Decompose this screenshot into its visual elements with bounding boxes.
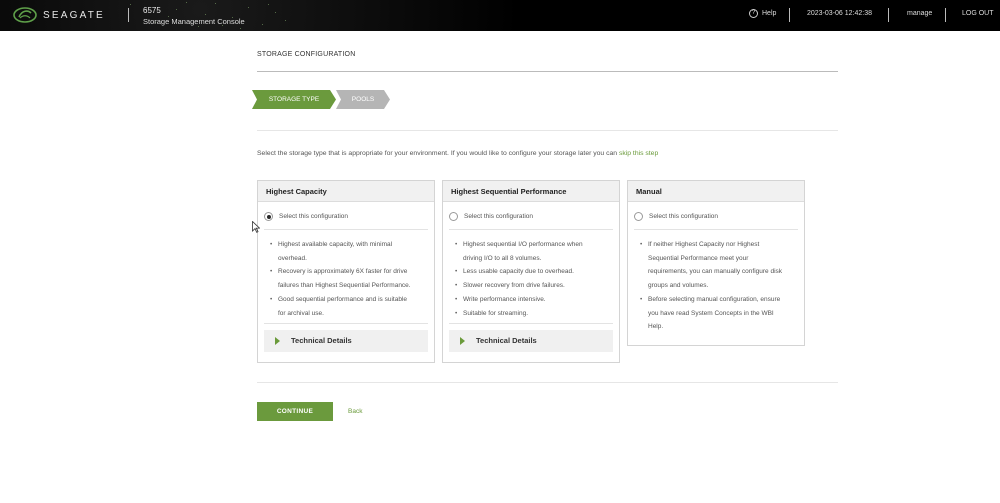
select-config-radio-row[interactable]: Select this configuration <box>634 202 798 230</box>
list-item: driving I/O to all 8 volumes. <box>463 254 542 262</box>
select-config-radio-row[interactable]: Select this configuration <box>449 202 613 230</box>
question-circle-icon: ? <box>749 9 758 18</box>
feature-list: If neither Highest Capacity nor Highest … <box>628 230 804 334</box>
help-label: Help <box>762 10 777 17</box>
list-item: Good sequential performance and is suita… <box>270 293 426 307</box>
step-label: POOLS <box>351 96 375 103</box>
radio-label: Select this configuration <box>649 213 719 220</box>
step-label: STORAGE TYPE <box>268 96 320 103</box>
radio-label: Select this configuration <box>279 213 349 220</box>
radio-manual[interactable] <box>634 212 643 221</box>
list-item: you have read System Concepts in the WBI <box>648 309 774 317</box>
step-pools[interactable]: POOLS <box>336 90 390 109</box>
back-link[interactable]: Back <box>348 408 362 415</box>
list-item: Before selecting manual configuration, e… <box>640 293 796 307</box>
system-info: 6575 Storage Management Console <box>143 5 245 27</box>
select-config-radio-row[interactable]: Select this configuration <box>264 202 428 230</box>
list-item: requirements, you can manually configure… <box>648 268 783 276</box>
technical-details-label: Technical Details <box>476 336 537 346</box>
list-item: overhead. <box>278 254 307 262</box>
user-name[interactable]: manage <box>907 10 932 17</box>
list-item: groups and volumes. <box>648 282 709 290</box>
skip-step-link[interactable]: skip this step <box>619 150 658 157</box>
card-title: Highest Sequential Performance <box>443 181 619 202</box>
header-divider <box>945 8 946 22</box>
title-divider <box>257 71 838 72</box>
continue-button[interactable]: CONTINUE <box>257 402 333 421</box>
mouse-pointer-icon <box>252 221 260 233</box>
header-divider <box>789 8 790 22</box>
section-divider <box>257 130 838 131</box>
expand-triangle-icon <box>460 337 465 346</box>
technical-details-toggle[interactable]: Technical Details <box>449 330 613 353</box>
radio-label: Select this configuration <box>464 213 534 220</box>
list-item: Recovery is approximately 6X faster for … <box>270 265 426 279</box>
list-item: Highest available capacity, with minimal <box>270 238 426 252</box>
radio-highest-capacity[interactable] <box>264 212 273 221</box>
card-title: Highest Capacity <box>258 181 434 202</box>
feature-list: Highest sequential I/O performance when … <box>443 230 619 320</box>
list-item: Less usable capacity due to overhead. <box>455 265 611 279</box>
help-link[interactable]: ? Help <box>749 9 776 18</box>
list-item: Slower recovery from drive failures. <box>455 279 611 293</box>
list-item: Suitable for streaming. <box>455 307 611 321</box>
header-divider <box>888 8 889 22</box>
technical-details-label: Technical Details <box>291 336 352 346</box>
system-datetime: 2023-03-06 12:42:38 <box>807 10 872 17</box>
list-item: If neither Highest Capacity nor Highest <box>640 238 796 252</box>
brand-wordmark: SEAGATE <box>43 9 105 21</box>
radio-highest-sequential-performance[interactable] <box>449 212 458 221</box>
card-divider <box>449 323 613 325</box>
logout-link[interactable]: LOG OUT <box>962 10 994 17</box>
console-title: Storage Management Console <box>143 17 245 26</box>
card-divider <box>264 323 428 325</box>
system-model: 6575 <box>143 6 161 15</box>
top-bar: SEAGATE 6575 Storage Management Console … <box>0 0 1000 31</box>
list-item: Highest sequential I/O performance when <box>455 238 611 252</box>
option-card-manual[interactable]: Manual Select this configuration If neit… <box>627 180 805 346</box>
list-item: failures than Highest Sequential Perform… <box>278 282 411 290</box>
step-storage-type[interactable]: STORAGE TYPE <box>252 90 336 109</box>
list-item: Sequential Performance meet your <box>648 254 749 262</box>
seagate-logo-icon <box>13 7 37 23</box>
card-title: Manual <box>628 181 804 202</box>
expand-triangle-icon <box>275 337 280 346</box>
option-card-highest-sequential-performance[interactable]: Highest Sequential Performance Select th… <box>442 180 620 363</box>
list-item: for archival use. <box>278 309 324 317</box>
option-card-highest-capacity[interactable]: Highest Capacity Select this configurati… <box>257 180 435 363</box>
list-item: Write performance intensive. <box>455 293 611 307</box>
intro-text: Select the storage type that is appropri… <box>257 150 659 157</box>
list-item: Help. <box>648 323 664 331</box>
header-divider <box>128 8 129 22</box>
technical-details-toggle[interactable]: Technical Details <box>264 330 428 353</box>
seagate-logo[interactable]: SEAGATE <box>12 6 105 24</box>
feature-list: Highest available capacity, with minimal… <box>258 230 434 320</box>
section-divider <box>257 382 838 383</box>
page-title: STORAGE CONFIGURATION <box>257 51 356 58</box>
